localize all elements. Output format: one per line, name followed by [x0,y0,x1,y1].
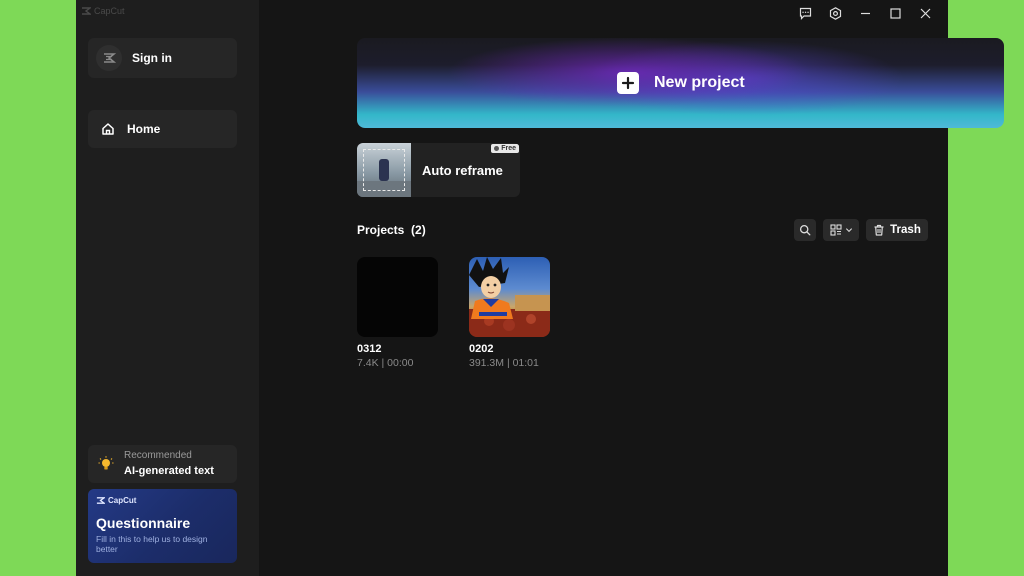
sidebar-item-home[interactable]: Home [88,110,237,148]
capcut-logo-icon [104,53,116,63]
recommended-ai-text-card[interactable]: Recommended AI-generated text [88,445,237,483]
lightbulb-icon [98,456,114,470]
new-project-button[interactable]: New project [357,38,1004,128]
minimize-button[interactable] [850,4,880,22]
new-project-content: New project [617,72,745,94]
feedback-button[interactable] [790,4,820,22]
main-content: New project Auto reframe Free Projects (… [259,0,1004,576]
view-toggle-button[interactable] [823,219,859,241]
trash-label: Trash [890,224,921,236]
grid-view-icon [829,224,842,236]
search-icon [799,224,811,236]
capcut-window: CapCut Sign in Home Recommended AI-gener… [76,0,1004,576]
project-name: 0312 [357,343,382,355]
project-card[interactable]: 0312 7.4K | 00:00 [357,257,439,369]
titlebar-controls [790,4,940,22]
sign-in-label: Sign in [132,51,172,65]
auto-reframe-label: Auto reframe [422,163,503,178]
app-logo: CapCut [81,6,125,16]
sidebar: CapCut Sign in Home Recommended AI-gener… [76,0,259,576]
questionnaire-logo-text: CapCut [108,496,137,505]
project-thumbnail [357,257,438,337]
project-thumbnail [469,257,550,337]
trash-icon [874,224,884,236]
plus-glyph [621,76,635,90]
free-badge-icon [494,146,500,151]
close-icon [920,8,930,18]
ai-generated-text-label: AI-generated text [124,465,214,477]
capcut-logo-icon [82,7,91,15]
projects-count: (2) [411,223,426,237]
plus-icon [617,72,639,94]
maximize-icon [889,7,901,19]
feedback-icon [799,7,811,20]
close-button[interactable] [910,4,940,22]
projects-title: Projects [357,223,405,237]
projects-toolbar: Trash [794,219,928,241]
settings-icon [829,6,841,20]
auto-reframe-card[interactable]: Auto reframe Free [357,143,520,197]
home-icon [102,123,114,135]
trash-button[interactable]: Trash [866,219,928,241]
project-meta: 7.4K | 00:00 [357,357,414,369]
project-card[interactable]: 0202 391.3M | 01:01 [469,257,551,369]
free-badge: Free [491,144,519,153]
recommended-label: Recommended [124,450,192,461]
maximize-button[interactable] [880,4,910,22]
free-badge-label: Free [501,145,516,152]
questionnaire-description: Fill in this to help us to design better [96,534,208,554]
app-logo-text: CapCut [94,6,125,16]
auto-reframe-thumbnail [357,143,411,197]
thumbnail-artwork [469,257,550,337]
questionnaire-logo: CapCut [96,496,136,505]
avatar [96,45,122,71]
questionnaire-banner[interactable]: CapCut Questionnaire Fill in this to hel… [88,489,237,563]
new-project-label: New project [654,74,745,91]
chevron-down-icon [845,228,852,233]
project-name: 0202 [469,343,494,355]
home-label: Home [127,122,161,136]
capcut-logo-icon [96,497,105,504]
reframe-frame [363,149,405,191]
minimize-icon [860,12,870,14]
search-button[interactable] [794,219,816,241]
projects-heading: Projects (2) [357,223,426,237]
project-meta: 391.3M | 01:01 [469,357,539,369]
questionnaire-title: Questionnaire [96,515,191,531]
sign-in-button[interactable]: Sign in [88,38,237,78]
settings-button[interactable] [820,4,850,22]
